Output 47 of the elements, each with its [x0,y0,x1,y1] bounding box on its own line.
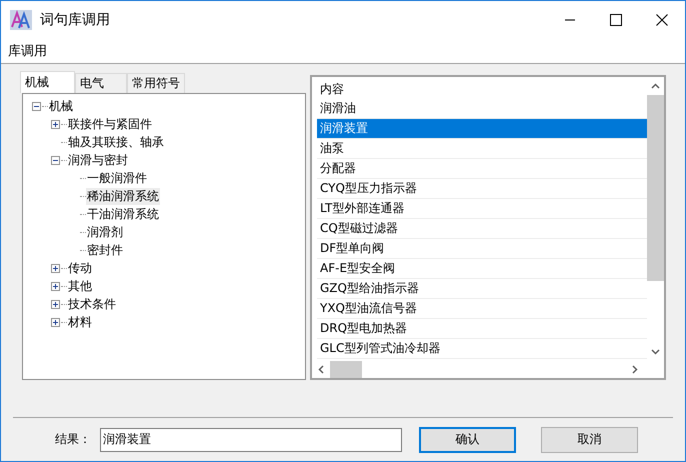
tree-item[interactable]: 稀油润滑系统 [86,188,160,204]
scrollbar-thumb[interactable] [330,361,362,378]
list-item[interactable]: CYQ型压力指示器 [317,179,647,199]
tree-item[interactable]: 传动 [67,260,93,276]
expand-icon[interactable] [50,300,61,308]
tree-item[interactable]: 润滑与密封 [67,152,129,168]
expand-icon[interactable] [50,264,61,272]
dialog-button[interactable]: 确认 [419,426,516,452]
expand-icon[interactable] [50,282,61,290]
list-item[interactable]: GLC型列管式油冷却器 [317,339,647,359]
expand-icon[interactable] [50,120,61,128]
result-field[interactable]: 润滑装置 [100,428,402,452]
close-icon[interactable] [656,14,668,26]
tree-item[interactable]: 材料 [67,314,93,330]
column-header: 内容 [319,80,345,98]
list-item[interactable]: LT型外部连通器 [317,199,647,219]
tree-item[interactable]: 技术条件 [67,296,117,312]
tree-item[interactable]: 其他 [67,278,93,294]
tree-item[interactable]: 机械 [48,98,74,114]
list-item[interactable]: AF-E型安全阀 [317,259,647,279]
list-item[interactable]: 油泵 [317,139,647,159]
maximize-icon[interactable] [610,14,622,26]
tree-item[interactable]: 轴及其联接、轴承 [67,134,165,150]
scrollbar-thumb[interactable] [647,95,664,281]
menu-item[interactable]: 库调用 [8,42,47,60]
tab[interactable]: 电气 [75,73,127,93]
window-title: 词句库调用 [40,10,110,28]
list-item[interactable]: 分配器 [317,159,647,179]
tree-item[interactable]: 密封件 [86,242,124,258]
result-label: 结果： [55,431,92,448]
list-item[interactable]: YXQ型油流信号器 [317,299,647,319]
tree-item[interactable]: 干油润滑系统 [86,206,160,222]
list-item[interactable]: 润滑装置 [317,119,647,139]
expand-icon[interactable] [50,318,61,326]
tab[interactable]: 常用符号 [127,73,185,93]
tree-item[interactable]: 联接件与紧固件 [67,116,153,132]
tab[interactable]: 机械 [20,71,75,93]
tree-item[interactable]: 润滑剂 [86,224,124,240]
collapse-icon[interactable] [50,156,61,164]
app-icon [10,10,32,30]
tree-item[interactable]: 一般润滑件 [86,170,148,186]
collapse-icon[interactable] [31,102,42,110]
dialog-button[interactable]: 取消 [541,426,638,452]
list-item[interactable]: GZQ型给油指示器 [317,279,647,299]
list-item[interactable]: CQ型磁过滤器 [317,219,647,239]
list-item[interactable]: DRQ型电加热器 [317,319,647,339]
list-item[interactable]: DF型单向阀 [317,239,647,259]
